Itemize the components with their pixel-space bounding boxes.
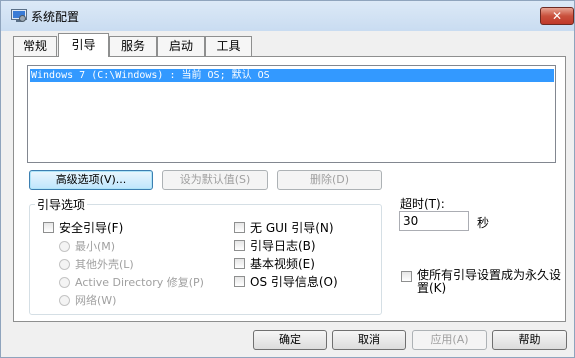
ad-repair-radio[interactable]: Active Directory 修复(P): [59, 274, 204, 290]
network-radio[interactable]: 网络(W): [59, 292, 116, 308]
boot-options-title: 引导选项: [35, 196, 88, 213]
alternate-shell-radio[interactable]: 其他外壳(L): [59, 256, 134, 272]
boot-log-label: 引导日志(B): [250, 239, 316, 253]
checkbox-box[interactable]: [234, 222, 245, 233]
close-button[interactable]: ✕: [540, 7, 574, 25]
cancel-button[interactable]: 取消: [332, 330, 406, 350]
network-label: 网络(W): [75, 294, 117, 307]
tab-general[interactable]: 常规: [13, 36, 57, 56]
tab-startup[interactable]: 启动: [157, 36, 205, 56]
window-title: 系统配置: [31, 10, 80, 24]
checkbox-box[interactable]: [401, 271, 412, 282]
make-permanent-label: 使所有引导设置成为永久设置(K): [417, 268, 562, 295]
tab-tools[interactable]: 工具: [205, 36, 252, 56]
os-boot-info-label: OS 引导信息(O): [250, 275, 338, 289]
checkbox-box[interactable]: [234, 276, 245, 287]
radio-circle[interactable]: [59, 258, 70, 270]
checkbox-box[interactable]: [43, 222, 54, 233]
no-gui-boot-checkbox[interactable]: 无 GUI 引导(N): [234, 219, 334, 236]
os-list-item[interactable]: Windows 7 (C:\Windows) : 当前 OS; 默认 OS: [30, 69, 554, 82]
delete-button[interactable]: 删除(D): [277, 170, 382, 190]
checkbox-box[interactable]: [234, 258, 245, 269]
radio-circle[interactable]: [59, 276, 70, 288]
os-boot-info-checkbox[interactable]: OS 引导信息(O): [234, 273, 338, 290]
ad-repair-label: Active Directory 修复(P): [75, 276, 204, 289]
checkbox-box[interactable]: [234, 240, 245, 251]
title-bar: 系统配置 ✕: [1, 1, 574, 31]
base-video-checkbox[interactable]: 基本视频(E): [234, 255, 315, 272]
safe-boot-checkbox[interactable]: 安全引导(F): [43, 219, 123, 236]
base-video-label: 基本视频(E): [250, 257, 315, 271]
apply-button[interactable]: 应用(A): [412, 330, 487, 350]
system-config-icon: [11, 9, 27, 22]
make-permanent-checkbox[interactable]: 使所有引导设置成为永久设置(K): [401, 269, 561, 295]
tab-boot[interactable]: 引导: [58, 33, 109, 57]
radio-circle[interactable]: [59, 294, 70, 306]
system-config-window: 系统配置 ✕ 常规 引导 服务 启动 工具 Windows 7 (C:\Wind…: [0, 0, 575, 358]
minimal-radio[interactable]: 最小(M): [59, 238, 115, 254]
no-gui-boot-label: 无 GUI 引导(N): [250, 221, 334, 235]
os-listbox[interactable]: Windows 7 (C:\Windows) : 当前 OS; 默认 OS: [27, 65, 556, 163]
advanced-options-button[interactable]: 高级选项(V)...: [29, 170, 153, 190]
timeout-label: 超时(T):: [400, 197, 445, 211]
minimal-label: 最小(M): [75, 240, 116, 253]
boot-log-checkbox[interactable]: 引导日志(B): [234, 237, 316, 254]
timeout-input[interactable]: 30: [399, 211, 469, 231]
tab-services[interactable]: 服务: [109, 36, 157, 56]
help-button[interactable]: 帮助: [492, 330, 567, 350]
radio-circle[interactable]: [59, 240, 70, 252]
set-default-button[interactable]: 设为默认值(S): [162, 170, 268, 190]
timeout-unit: 秒: [477, 216, 490, 230]
alternate-shell-label: 其他外壳(L): [75, 258, 134, 271]
ok-button[interactable]: 确定: [253, 330, 327, 350]
safe-boot-label: 安全引导(F): [59, 221, 124, 235]
